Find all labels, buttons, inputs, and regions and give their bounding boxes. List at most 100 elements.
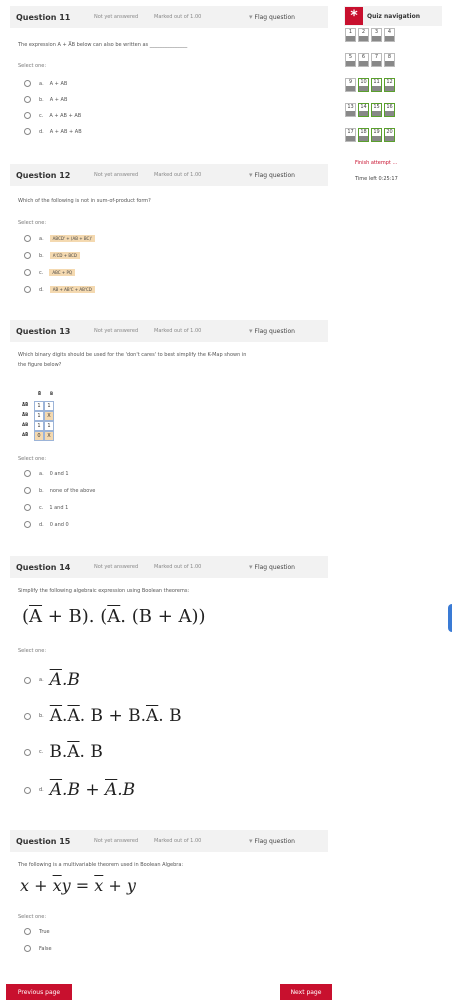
question-status: Not yet answered	[94, 564, 139, 570]
radio-button[interactable]	[24, 128, 31, 135]
option-row[interactable]: True	[24, 928, 50, 935]
quiz-nav-question-button[interactable]: 6	[358, 53, 369, 67]
question-status: Not yet answered	[94, 328, 139, 334]
quiz-nav-question-button[interactable]: 20	[384, 128, 395, 142]
quiz-nav-question-button[interactable]: 18	[358, 128, 369, 142]
flag-question-button[interactable]: ▾ Flag question	[249, 13, 295, 21]
question-text: Which binary digits should be used for t…	[18, 352, 247, 358]
quiz-nav-number: 16	[386, 104, 393, 110]
option-row[interactable]: b. A'CD + BCD	[24, 252, 80, 259]
select-one-label: Select one:	[18, 914, 47, 920]
option-row[interactable]: a. A + AB	[24, 80, 67, 87]
quiz-nav-question-button[interactable]: 16	[384, 103, 395, 117]
radio-button[interactable]	[24, 286, 31, 293]
option-letter: b.	[39, 252, 44, 259]
option-row[interactable]: d. A + AB + AB	[24, 128, 82, 135]
radio-button[interactable]	[24, 521, 31, 528]
quiz-nav-question-button[interactable]: 10	[358, 78, 369, 92]
quiz-nav-number: 11	[373, 79, 380, 85]
flag-label: Flag question	[254, 13, 295, 21]
option-row[interactable]: b. A.A. B + B.A. B	[24, 706, 182, 726]
option-row[interactable]: a. 0 and 1	[24, 470, 69, 477]
quiz-nav-number: 10	[360, 79, 367, 85]
option-expression: B.A. B	[49, 742, 103, 762]
quiz-nav-question-button[interactable]: 17	[345, 128, 356, 142]
option-row[interactable]: c. ABC + PQ	[24, 269, 76, 276]
question-text: Simplify the following algebraic express…	[18, 588, 190, 594]
quiz-nav-question-button[interactable]: 7	[371, 53, 382, 67]
quiz-nav-question-button[interactable]: 8	[384, 53, 395, 67]
quiz-nav-number: 15	[373, 104, 380, 110]
radio-button[interactable]	[24, 470, 31, 477]
flag-question-button[interactable]: ▾ Flag question	[249, 563, 295, 571]
quiz-nav-number: 20	[386, 129, 393, 135]
radio-button[interactable]	[24, 928, 31, 935]
radio-button[interactable]	[24, 235, 31, 242]
quiz-nav-question-button[interactable]: 4	[384, 28, 395, 42]
quiz-nav-question-button[interactable]: 12	[384, 78, 395, 92]
previous-page-button[interactable]: Previous page	[6, 984, 72, 1000]
quiz-nav-question-button[interactable]: 15	[371, 103, 382, 117]
option-row[interactable]: c. A + AB + AB	[24, 112, 81, 119]
radio-button[interactable]	[24, 786, 31, 794]
answer-status-bar	[359, 61, 368, 66]
answer-status-bar	[346, 86, 355, 91]
select-one-label: Select one:	[18, 220, 47, 226]
quiz-nav-number: 6	[361, 54, 366, 60]
radio-button[interactable]	[24, 712, 31, 720]
quiz-nav-question-button[interactable]: 13	[345, 103, 356, 117]
radio-button[interactable]	[24, 80, 31, 87]
finish-attempt-link[interactable]: Finish attempt ...	[355, 160, 397, 166]
quiz-nav-question-button[interactable]: 19	[371, 128, 382, 142]
quiz-nav-question-button[interactable]: 14	[358, 103, 369, 117]
radio-button[interactable]	[24, 269, 31, 276]
option-row[interactable]: d. 0 and 0	[24, 521, 69, 528]
question-title: Question 14	[16, 562, 71, 572]
radio-button[interactable]	[24, 676, 31, 684]
radio-button[interactable]	[24, 252, 31, 259]
scroll-handle[interactable]	[448, 604, 452, 632]
flag-icon: ▾	[249, 13, 253, 21]
flag-question-button[interactable]: ▾ Flag question	[249, 171, 295, 179]
answer-status-bar	[359, 86, 368, 91]
option-row[interactable]: b. A + AB	[24, 96, 67, 103]
option-row[interactable]: c. B.A. B	[24, 742, 103, 762]
select-one-label: Select one:	[18, 648, 47, 654]
question-title: Question 15	[16, 836, 71, 846]
radio-button[interactable]	[24, 96, 31, 103]
answer-status-bar	[346, 36, 355, 41]
quiz-nav-number: 4	[387, 29, 392, 35]
radio-button[interactable]	[24, 112, 31, 119]
option-letter: c.	[39, 269, 44, 276]
flag-icon: ▾	[249, 171, 253, 179]
option-row[interactable]: c. 1 and 1	[24, 504, 68, 511]
quiz-nav-question-button[interactable]: 1	[345, 28, 356, 42]
quiz-nav-question-button[interactable]: 9	[345, 78, 356, 92]
option-row[interactable]: d. AB + AB'C + AB'CD	[24, 286, 95, 293]
quiz-nav-question-button[interactable]: 5	[345, 53, 356, 67]
option-value: A + AB	[49, 96, 68, 103]
option-row[interactable]: a. A.B	[24, 670, 80, 690]
option-row[interactable]: b. none of the above	[24, 487, 95, 494]
quiz-nav-question-button[interactable]: 3	[371, 28, 382, 42]
radio-button[interactable]	[24, 945, 31, 952]
option-letter: c.	[39, 112, 44, 119]
option-row[interactable]: a. ABCD' + (AB + BC)'	[24, 235, 95, 242]
option-letter: c.	[39, 504, 44, 511]
option-row[interactable]: d. A.B + A.B	[24, 780, 135, 800]
question-marks: Marked out of 1.00	[154, 14, 202, 20]
next-page-button[interactable]: Next page	[280, 984, 332, 1000]
flag-question-button[interactable]: ▾ Flag question	[249, 327, 295, 335]
flag-question-button[interactable]: ▾ Flag question	[249, 837, 295, 845]
radio-button[interactable]	[24, 504, 31, 511]
answer-status-bar	[385, 86, 394, 91]
question-marks: Marked out of 1.00	[154, 838, 202, 844]
question-15-header: Question 15 Not yet answered Marked out …	[10, 830, 328, 852]
radio-button[interactable]	[24, 487, 31, 494]
option-letter: d.	[39, 787, 44, 793]
quiz-nav-question-button[interactable]: 2	[358, 28, 369, 42]
option-value: 0 and 1	[49, 470, 69, 477]
option-row[interactable]: False	[24, 945, 52, 952]
quiz-nav-question-button[interactable]: 11	[371, 78, 382, 92]
radio-button[interactable]	[24, 748, 31, 756]
